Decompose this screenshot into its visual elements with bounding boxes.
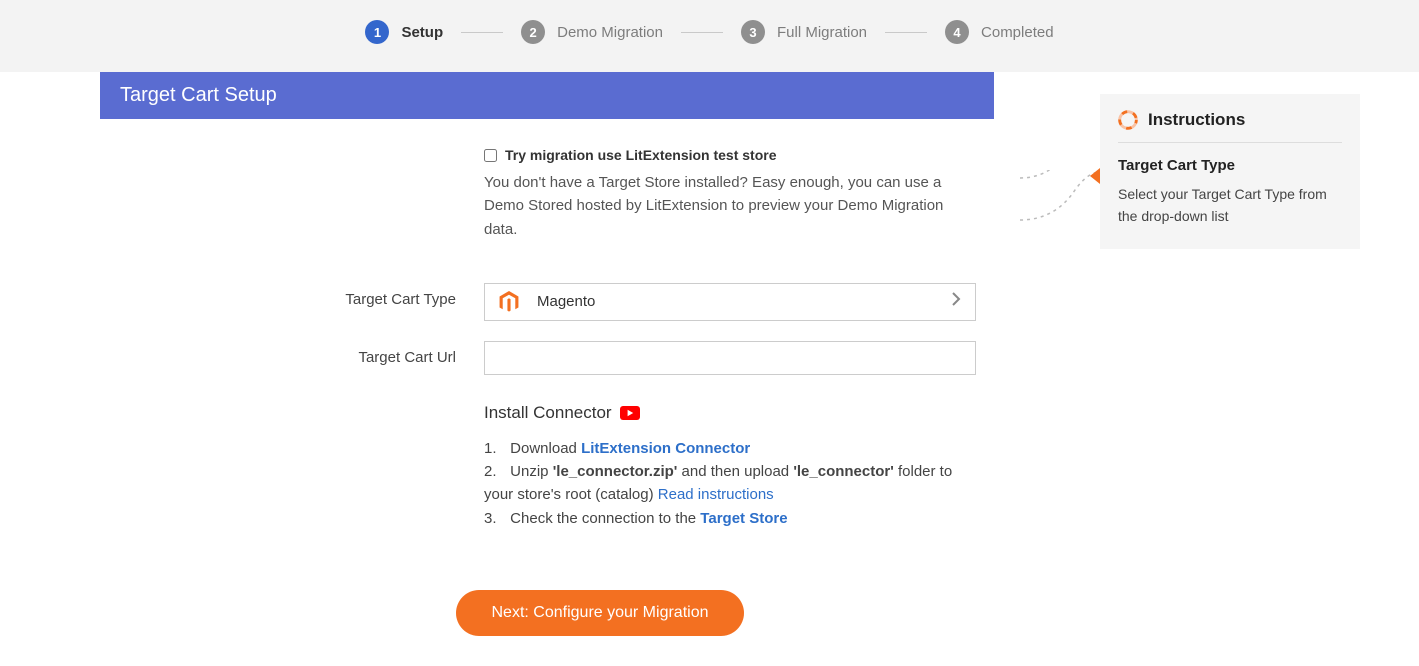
step-number: 1 <box>365 20 389 44</box>
target-cart-type-select[interactable]: Magento <box>484 283 976 321</box>
magento-icon <box>499 291 531 313</box>
test-store-checkbox[interactable] <box>484 149 497 162</box>
step-divider <box>885 32 927 33</box>
step-completed[interactable]: 4 Completed <box>945 20 1054 44</box>
step-label: Setup <box>401 24 443 41</box>
list-number: 2. <box>484 460 506 483</box>
list-text: 'le_connector.zip' <box>553 463 678 480</box>
read-instructions-link[interactable]: Read instructions <box>658 486 774 503</box>
instructions-panel: Instructions Target Cart Type Select you… <box>1100 94 1360 249</box>
instructions-body: Select your Target Cart Type from the dr… <box>1118 184 1342 227</box>
step-full-migration[interactable]: 3 Full Migration <box>741 20 867 44</box>
connector-download-link[interactable]: LitExtension Connector <box>581 440 750 457</box>
target-cart-url-label: Target Cart Url <box>100 341 484 366</box>
instructions-subtitle: Target Cart Type <box>1118 157 1342 174</box>
step-label: Demo Migration <box>557 24 663 41</box>
lifering-icon <box>1118 110 1138 130</box>
list-text: Download <box>510 440 581 457</box>
install-connector-heading: Install Connector <box>484 403 612 423</box>
step-setup[interactable]: 1 Setup <box>365 20 443 44</box>
target-cart-type-value: Magento <box>531 293 952 310</box>
step-number: 3 <box>741 20 765 44</box>
step-divider <box>461 32 503 33</box>
next-button[interactable]: Next: Configure your Migration <box>456 590 745 636</box>
pointer-icon <box>1090 168 1100 184</box>
list-text: Unzip <box>510 463 553 480</box>
stepper: 1 Setup 2 Demo Migration 3 Full Migratio… <box>0 0 1419 72</box>
list-text: 'le_connector' <box>793 463 894 480</box>
instructions-title: Instructions <box>1148 110 1245 130</box>
step-label: Full Migration <box>777 24 867 41</box>
install-instructions-list: 1. Download LitExtension Connector 2. Un… <box>484 437 976 530</box>
target-cart-type-label: Target Cart Type <box>100 283 484 308</box>
target-cart-url-input[interactable] <box>484 341 976 375</box>
panel-title: Target Cart Setup <box>100 72 994 119</box>
list-number: 1. <box>484 437 506 460</box>
step-label: Completed <box>981 24 1054 41</box>
target-store-link[interactable]: Target Store <box>700 510 787 527</box>
chevron-right-icon <box>952 292 961 311</box>
test-store-label[interactable]: Try migration use LitExtension test stor… <box>505 147 777 163</box>
youtube-icon[interactable] <box>620 406 640 420</box>
step-divider <box>681 32 723 33</box>
step-number: 2 <box>521 20 545 44</box>
step-demo-migration[interactable]: 2 Demo Migration <box>521 20 663 44</box>
test-store-description: You don't have a Target Store installed?… <box>484 171 976 241</box>
list-text: and then upload <box>677 463 793 480</box>
list-text: Check the connection to the <box>510 510 700 527</box>
list-number: 3. <box>484 507 506 530</box>
step-number: 4 <box>945 20 969 44</box>
